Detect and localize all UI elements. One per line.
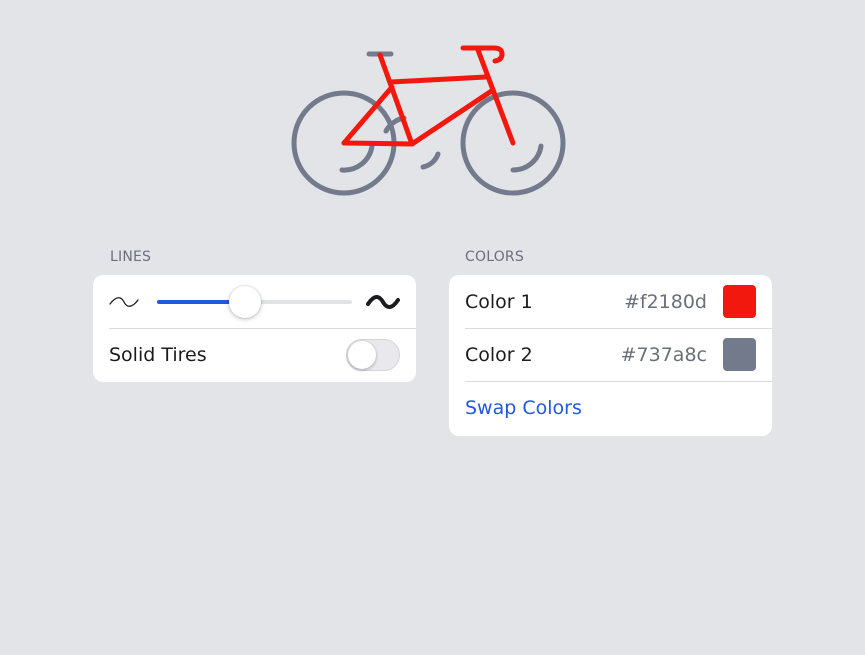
color1-swatch[interactable] [723, 285, 756, 318]
down-tube [409, 87, 496, 147]
colors-section-label: COLORS [465, 249, 524, 265]
toggle-knob [348, 340, 376, 369]
lines-section-label: LINES [110, 249, 152, 265]
color2-hex: #737a8c [620, 343, 707, 366]
thin-line-icon [109, 296, 139, 307]
colors-card: Color 1 #f2180d Color 2 #737a8c Swap Col… [449, 275, 772, 436]
line-thickness-slider[interactable] [157, 285, 352, 318]
color2-swatch[interactable] [723, 338, 756, 371]
top-tube [388, 74, 489, 85]
color2-row[interactable]: Color 2 #737a8c [449, 328, 772, 381]
solid-tires-row: Solid Tires [93, 328, 416, 381]
color1-row[interactable]: Color 1 #f2180d [449, 275, 772, 328]
bike-frame [341, 45, 516, 147]
pedal-arc [420, 151, 441, 170]
thick-line-icon [366, 294, 400, 309]
rear-wheel-inner-arc [339, 143, 375, 173]
swap-colors-button[interactable]: Swap Colors [465, 397, 582, 419]
color2-label: Color 2 [465, 343, 533, 366]
line-thickness-row [93, 275, 416, 328]
color1-hex: #f2180d [623, 290, 707, 313]
slider-thumb[interactable] [228, 285, 261, 318]
front-wheel-inner-arc [510, 143, 544, 173]
bike-illustration [291, 45, 566, 196]
color1-label: Color 1 [465, 290, 533, 313]
lines-card: Solid Tires [93, 275, 416, 382]
solid-tires-toggle[interactable] [346, 338, 400, 371]
swap-colors-row: Swap Colors [449, 381, 772, 434]
chain-stay [341, 140, 415, 147]
bike-wheels [291, 51, 566, 196]
solid-tires-label: Solid Tires [109, 343, 207, 366]
